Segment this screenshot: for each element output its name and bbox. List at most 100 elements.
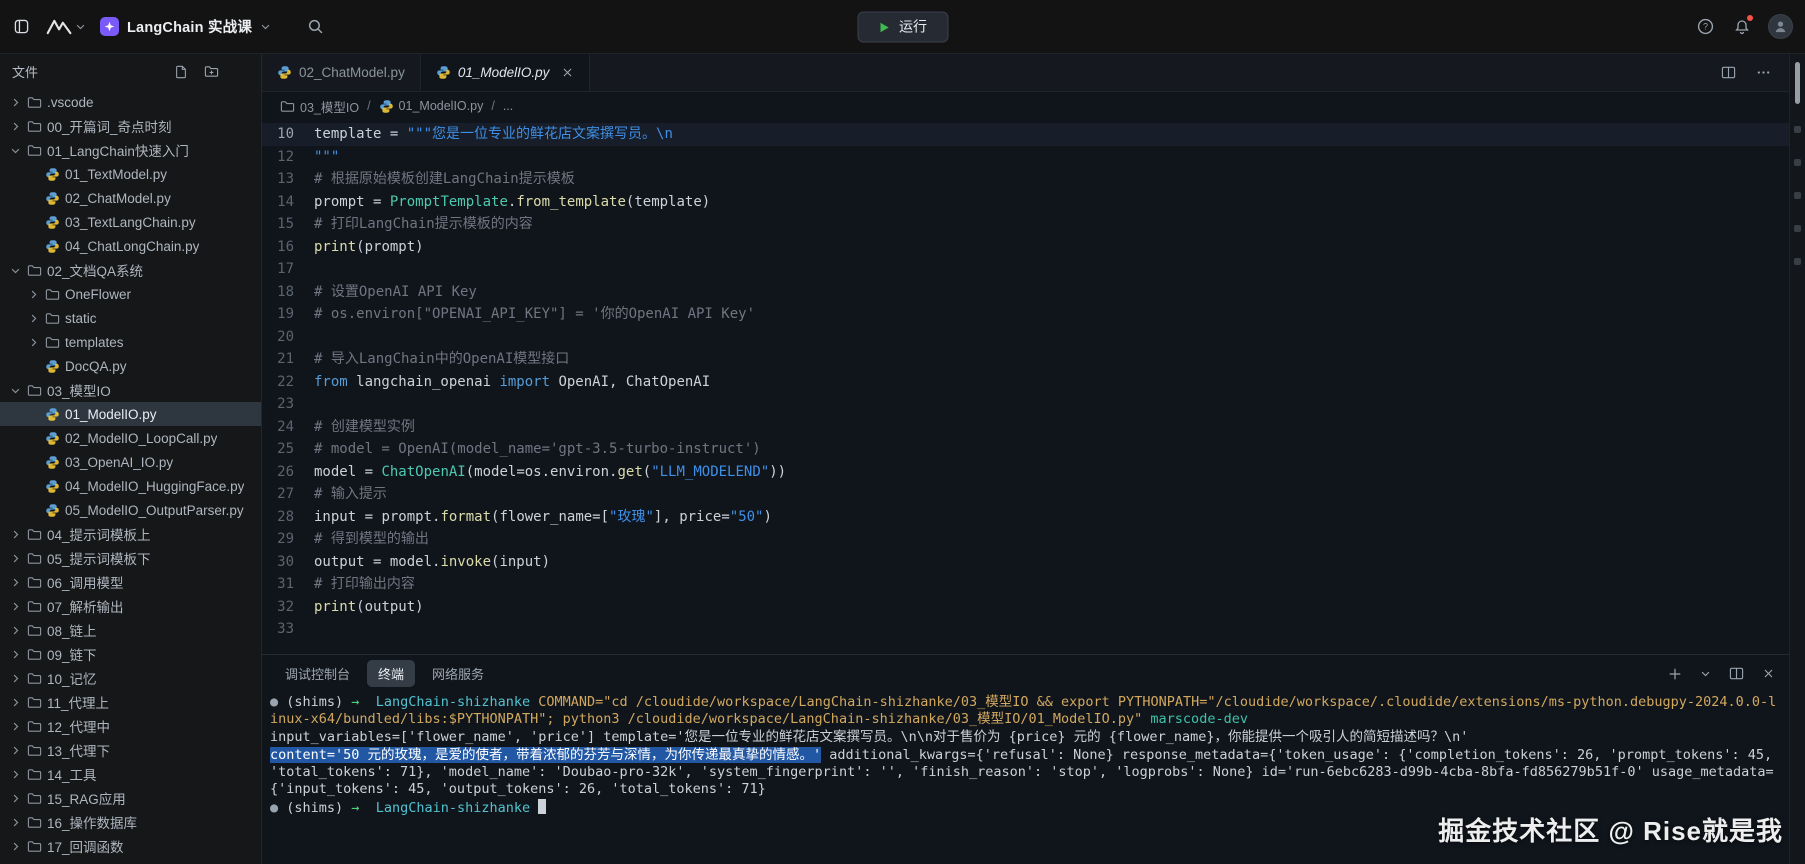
panel-tab[interactable]: 调试控制台	[274, 660, 361, 687]
tree-item[interactable]: 05_提示词模板下	[0, 546, 261, 570]
editor-tab[interactable]: 02_ChatModel.py	[262, 54, 421, 91]
more-actions-button[interactable]	[1754, 63, 1773, 83]
tree-item[interactable]: 09_链下	[0, 642, 261, 666]
line-number[interactable]: 24	[262, 416, 314, 439]
chevron-right-icon[interactable]	[8, 625, 22, 636]
line-number[interactable]: 10	[262, 123, 314, 146]
tree-item[interactable]: 03_TextLangChain.py	[0, 210, 261, 234]
chevron-right-icon[interactable]	[8, 553, 22, 564]
code-line[interactable]: 28input = prompt.format(flower_name=["玫瑰…	[262, 506, 1789, 529]
chevron-right-icon[interactable]	[8, 745, 22, 756]
line-number[interactable]: 28	[262, 506, 314, 529]
line-number[interactable]: 32	[262, 596, 314, 619]
line-number[interactable]: 26	[262, 461, 314, 484]
tree-item[interactable]: 10_记忆	[0, 666, 261, 690]
tree-item[interactable]: OneFlower	[0, 282, 261, 306]
line-number[interactable]: 15	[262, 213, 314, 236]
tree-item[interactable]: 15_RAG应用	[0, 786, 261, 810]
line-number[interactable]: 13	[262, 168, 314, 191]
new-folder-button[interactable]	[202, 61, 221, 81]
tree-item[interactable]: .vscode	[0, 90, 261, 114]
chevron-right-icon[interactable]	[8, 97, 22, 108]
code-line[interactable]: 30output = model.invoke(input)	[262, 551, 1789, 574]
workspace-switcher[interactable]: LangChain 实战课	[100, 16, 271, 37]
tree-item[interactable]: 07_解析输出	[0, 594, 261, 618]
line-number[interactable]: 30	[262, 551, 314, 574]
terminal-dropdown-button[interactable]	[1698, 663, 1713, 683]
line-number[interactable]: 16	[262, 236, 314, 259]
editor-tab[interactable]: 01_ModelIO.py	[421, 54, 591, 91]
chevron-right-icon[interactable]	[8, 601, 22, 612]
tree-item[interactable]: 04_提示词模板上	[0, 522, 261, 546]
terminal-output[interactable]: ● (shims) → LangChain-shizhanke COMMAND=…	[262, 691, 1789, 864]
code-line[interactable]: 23	[262, 393, 1789, 416]
chevron-right-icon[interactable]	[8, 649, 22, 660]
tree-item[interactable]: 00_开篇词_奇点时刻	[0, 114, 261, 138]
notifications-button[interactable]	[1732, 16, 1752, 36]
code-line[interactable]: 22from langchain_openai import OpenAI, C…	[262, 371, 1789, 394]
code-line[interactable]: 31# 打印输出内容	[262, 573, 1789, 596]
scrollbar-thumb[interactable]	[1795, 62, 1800, 104]
line-number[interactable]: 23	[262, 393, 314, 416]
code-line[interactable]: 25# model = OpenAI(model_name='gpt-3.5-t…	[262, 438, 1789, 461]
tree-item[interactable]: templates	[0, 330, 261, 354]
code-editor[interactable]: 10template = """您是一位专业的鲜花店文案撰写员。\n12"""1…	[262, 120, 1789, 654]
split-terminal-button[interactable]	[1727, 663, 1746, 683]
code-line[interactable]: 20	[262, 326, 1789, 349]
close-panel-button[interactable]	[1760, 663, 1777, 683]
tree-item[interactable]: 04_ModelIO_HuggingFace.py	[0, 474, 261, 498]
code-line[interactable]: 17	[262, 258, 1789, 281]
tree-item[interactable]: 01_TextModel.py	[0, 162, 261, 186]
tree-item[interactable]: 03_模型IO	[0, 378, 261, 402]
new-terminal-button[interactable]	[1666, 663, 1684, 683]
chevron-right-icon[interactable]	[8, 769, 22, 780]
code-line[interactable]: 24# 创建模型实例	[262, 416, 1789, 439]
logo-button[interactable]	[43, 16, 88, 37]
breadcrumb-item[interactable]: 03_模型IO	[280, 97, 359, 116]
tree-item[interactable]: 13_代理下	[0, 738, 261, 762]
panel-tab[interactable]: 终端	[367, 660, 415, 687]
file-tree[interactable]: .vscode00_开篇词_奇点时刻01_LangChain快速入门01_Tex…	[0, 88, 261, 864]
line-number[interactable]: 14	[262, 191, 314, 214]
breadcrumb-item[interactable]: 01_ModelIO.py	[379, 98, 484, 113]
code-line[interactable]: 27# 输入提示	[262, 483, 1789, 506]
tree-item[interactable]: 01_ModelIO.py	[0, 402, 261, 426]
line-number[interactable]: 12	[262, 146, 314, 169]
tree-item[interactable]: DocQA.py	[0, 354, 261, 378]
menu-button[interactable]	[12, 17, 31, 37]
code-line[interactable]: 13# 根据原始模板创建LangChain提示模板	[262, 168, 1789, 191]
code-line[interactable]: 19# os.environ["OPENAI_API_KEY"] = '你的Op…	[262, 303, 1789, 326]
line-number[interactable]: 25	[262, 438, 314, 461]
tree-item[interactable]: 03_OpenAI_IO.py	[0, 450, 261, 474]
tree-item[interactable]: 16_操作数据库	[0, 810, 261, 834]
chevron-right-icon[interactable]	[8, 121, 22, 132]
line-number[interactable]: 33	[262, 618, 314, 641]
chevron-down-icon[interactable]	[8, 385, 22, 396]
help-button[interactable]: ?	[1695, 16, 1716, 37]
line-number[interactable]: 21	[262, 348, 314, 371]
chevron-right-icon[interactable]	[8, 577, 22, 588]
chevron-right-icon[interactable]	[8, 817, 22, 828]
chevron-right-icon[interactable]	[8, 529, 22, 540]
code-line[interactable]: 14prompt = PromptTemplate.from_template(…	[262, 191, 1789, 214]
run-button[interactable]: 运行	[857, 11, 948, 42]
tree-item[interactable]: 04_ChatLongChain.py	[0, 234, 261, 258]
user-avatar[interactable]	[1768, 14, 1793, 39]
code-line[interactable]: 10template = """您是一位专业的鲜花店文案撰写员。\n	[262, 123, 1789, 146]
chevron-right-icon[interactable]	[8, 841, 22, 852]
chevron-down-icon[interactable]	[8, 145, 22, 156]
line-number[interactable]: 20	[262, 326, 314, 349]
line-number[interactable]: 31	[262, 573, 314, 596]
chevron-right-icon[interactable]	[8, 697, 22, 708]
line-number[interactable]: 22	[262, 371, 314, 394]
code-line[interactable]: 12"""	[262, 146, 1789, 169]
code-line[interactable]: 16print(prompt)	[262, 236, 1789, 259]
split-editor-button[interactable]	[1719, 63, 1738, 83]
chevron-right-icon[interactable]	[26, 313, 40, 324]
tree-item[interactable]: 01_LangChain快速入门	[0, 138, 261, 162]
close-icon[interactable]	[561, 66, 574, 79]
chevron-right-icon[interactable]	[8, 793, 22, 804]
line-number[interactable]: 17	[262, 258, 314, 281]
breadcrumb-item[interactable]: ...	[503, 99, 513, 113]
code-line[interactable]: 33	[262, 618, 1789, 641]
